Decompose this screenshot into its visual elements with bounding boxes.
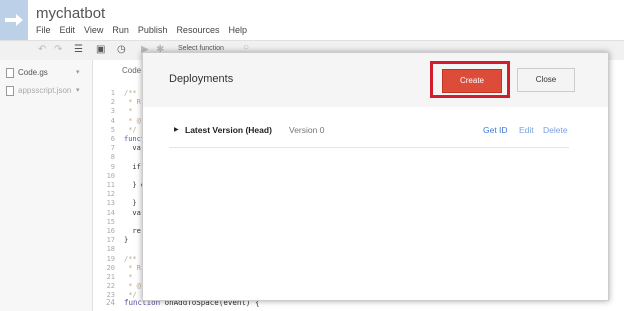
line-number: 13 [106, 199, 115, 208]
deployments-dialog: Deployments Create Close ▶ Latest Versio… [142, 52, 609, 301]
line-number: 4 [110, 116, 115, 125]
menu-run[interactable]: Run [112, 25, 129, 35]
project-title[interactable]: mychatbot [36, 5, 105, 22]
line-number: 10 [106, 171, 115, 180]
indent-icon[interactable]: ☰ [74, 44, 83, 55]
line-text: * [124, 273, 133, 281]
edit-link[interactable]: Edit [519, 125, 534, 135]
line-number: 3 [110, 107, 115, 116]
line-number: 20 [106, 263, 115, 272]
line-number: 14 [106, 208, 115, 217]
file-icon [6, 86, 14, 96]
file-name: Code.gs [18, 68, 48, 77]
deployment-row: ▶ Latest Version (Head) Version 0 Get ID… [169, 123, 569, 148]
line-text [124, 172, 141, 180]
line-number: 17 [106, 236, 115, 245]
line-text: if [124, 162, 141, 171]
line-number: 1 [110, 89, 115, 97]
file-name: appsscript.json [18, 86, 72, 95]
line-number: 8 [110, 153, 115, 162]
line-text: * R [124, 98, 141, 107]
line-number: 6 [110, 135, 115, 143]
line-number: 2 [110, 98, 115, 107]
line-number: 18 [106, 245, 115, 254]
file-item[interactable]: Code.gs ▾ [0, 65, 92, 81]
line-text: * @ [124, 282, 141, 291]
delete-link[interactable]: Delete [543, 125, 568, 135]
line-number: 21 [106, 273, 115, 281]
file-sidebar: Code.gs ▾ appsscript.json ▾ [0, 60, 93, 311]
menu-edit[interactable]: Edit [60, 25, 76, 35]
line-text: va [124, 208, 141, 217]
create-button[interactable]: Create [442, 69, 502, 93]
chevron-down-icon[interactable]: ▾ [76, 86, 80, 94]
line-number: 22 [106, 282, 115, 291]
dialog-title: Deployments [169, 73, 234, 85]
line-text: re [124, 227, 141, 235]
get-id-link[interactable]: Get ID [483, 125, 508, 135]
deployment-version: Version 0 [289, 125, 325, 135]
line-text: /** [124, 89, 137, 97]
line-number: 15 [106, 217, 115, 226]
line-text [124, 190, 141, 198]
line-text: * @ [124, 116, 141, 125]
line-number: 19 [106, 254, 115, 263]
close-button[interactable]: Close [517, 68, 575, 92]
redo-icon[interactable]: ↷ [54, 44, 62, 55]
apps-script-logo[interactable] [0, 0, 28, 40]
line-text: * [124, 107, 133, 116]
clock-icon[interactable]: ◷ [117, 44, 126, 55]
line-number: 9 [110, 162, 115, 171]
line-number: 12 [106, 190, 115, 199]
dialog-header: Deployments Create Close [143, 53, 608, 107]
line-number: 7 [110, 144, 115, 153]
line-number: 5 [110, 125, 115, 134]
expand-caret-icon[interactable]: ▶ [174, 126, 179, 133]
arrow-right-icon [5, 14, 23, 26]
line-text: } [124, 199, 137, 208]
line-text: */ [124, 125, 137, 134]
file-icon [6, 68, 14, 78]
menu-resources[interactable]: Resources [176, 25, 219, 35]
line-text: * R [124, 263, 141, 272]
app-header: mychatbot File Edit View Run Publish Res… [0, 0, 624, 40]
tab-code[interactable]: Code [122, 66, 141, 75]
menu-file[interactable]: File [36, 25, 51, 35]
line-text: va [124, 144, 141, 153]
deployment-name: Latest Version (Head) [185, 125, 272, 135]
line-number: 16 [106, 227, 115, 235]
save-icon[interactable]: ▣ [96, 44, 105, 55]
select-function-dropdown[interactable]: Select function [178, 45, 224, 52]
line-text: /** [124, 254, 137, 263]
menu-help[interactable]: Help [228, 25, 247, 35]
menu-publish[interactable]: Publish [138, 25, 168, 35]
menu-bar: File Edit View Run Publish Resources Hel… [36, 25, 247, 35]
line-text: } [124, 236, 129, 245]
file-item[interactable]: appsscript.json ▾ [0, 83, 92, 99]
line-number: 11 [106, 181, 115, 189]
chevron-down-icon[interactable]: ▾ [76, 68, 80, 76]
menu-view[interactable]: View [84, 25, 103, 35]
undo-icon[interactable]: ↶ [38, 44, 46, 55]
